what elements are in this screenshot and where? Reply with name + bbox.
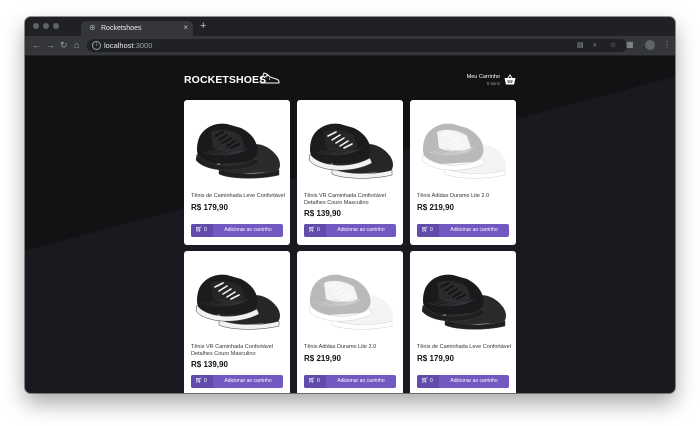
product-image[interactable] (189, 108, 285, 186)
product-price: R$ 179,90 (417, 354, 454, 363)
page-content: ROCKETSHOES Meu Carrinho 0 itens Tênis d… (25, 56, 675, 393)
product-card: Tênis VR Caminhada Confortável Detalhes … (297, 100, 403, 245)
browser-toolbar: ← → ↻ ⌂ i localhost:3000 ▤ ⌕ ☆ ▦ ⋮ (25, 36, 675, 56)
site-header: ROCKETSHOES Meu Carrinho 0 itens (184, 70, 516, 90)
cart-amount: 0 (204, 227, 207, 233)
product-title: Tênis Adidas Duramo Lite 2.0 (417, 193, 490, 199)
product-price: R$ 139,90 (304, 209, 341, 218)
cart-plus-icon: 🛒︎ (195, 378, 203, 384)
more-menu-icon[interactable]: ⋮ (663, 40, 671, 50)
url-port: :3000 (133, 41, 153, 50)
product-title: Tênis VR Caminhada Confortável Detalhes … (191, 344, 273, 357)
add-to-cart-label: Adicionar ao carrinho (224, 378, 272, 384)
add-to-cart-label: Adicionar ao carrinho (337, 378, 385, 384)
reload-icon[interactable]: ↻ (60, 39, 68, 51)
new-tab-button[interactable]: + (200, 20, 206, 33)
shoe-image-icon (195, 123, 280, 179)
maximize-window-button[interactable] (53, 23, 59, 29)
shopping-basket-icon (504, 74, 516, 85)
product-title: Tênis de Caminhada Leve Confortável (191, 193, 285, 199)
add-to-cart-label: Adicionar ao carrinho (450, 378, 498, 384)
close-window-button[interactable] (33, 23, 39, 29)
product-image[interactable] (415, 259, 511, 337)
product-card: Tênis de Caminhada Leve Confortável R$ 1… (410, 251, 516, 393)
window-controls (33, 23, 59, 29)
add-to-cart-button[interactable]: 🛒︎ 0 Adicionar ao carrinho (304, 375, 396, 388)
close-tab-icon[interactable]: × (183, 23, 188, 33)
product-image[interactable] (302, 108, 398, 186)
product-image[interactable] (189, 259, 285, 337)
cart-plus-icon: 🛒︎ (421, 227, 429, 233)
cart-amount: 0 (317, 378, 320, 384)
product-image[interactable] (302, 259, 398, 337)
forward-arrow-icon[interactable]: → (46, 39, 55, 51)
cart-count: 0 itens (486, 81, 500, 86)
add-to-cart-button[interactable]: 🛒︎ 0 Adicionar ao carrinho (191, 224, 283, 237)
cart-title: Meu Carrinho (466, 74, 500, 80)
add-to-cart-label: Adicionar ao carrinho (450, 227, 498, 233)
shoe-image-icon (421, 274, 506, 330)
cart-plus-icon: 🛒︎ (308, 378, 316, 384)
tab-title: Rocketshoes (101, 25, 142, 32)
cart-plus-icon: 🛒︎ (308, 227, 316, 233)
cart-amount: 0 (317, 227, 320, 233)
cart-amount: 0 (204, 378, 207, 384)
home-icon[interactable]: ⌂ (74, 39, 79, 51)
product-price: R$ 179,90 (191, 203, 228, 212)
address-bar[interactable]: i localhost:3000 ▤ ⌕ ☆ (87, 39, 627, 52)
logo[interactable]: ROCKETSHOES (184, 74, 266, 86)
add-to-cart-button[interactable]: 🛒︎ 0 Adicionar ao carrinho (304, 224, 396, 237)
tab-rocketshoes[interactable]: ⊕ Rocketshoes × (81, 21, 193, 36)
shoe-image-icon (308, 274, 393, 330)
product-title: Tênis Adidas Duramo Lite 2.0 (304, 344, 377, 350)
url-host: localhost (104, 41, 134, 50)
shoe-image-icon (421, 123, 506, 179)
product-title: Tênis VR Caminhada Confortável Detalhes … (304, 193, 386, 206)
product-image[interactable] (415, 108, 511, 186)
product-card: Tênis VR Caminhada Confortável Detalhes … (184, 251, 290, 393)
cart-plus-icon: 🛒︎ (421, 378, 429, 384)
cart-amount: 0 (430, 378, 433, 384)
info-icon[interactable]: i (92, 41, 101, 50)
translate-icon[interactable]: ▤ (577, 41, 584, 50)
add-to-cart-label: Adicionar ao carrinho (337, 227, 385, 233)
product-price: R$ 219,90 (304, 354, 341, 363)
product-card: Tênis de Caminhada Leve Confortável R$ 1… (184, 100, 290, 245)
add-to-cart-button[interactable]: 🛒︎ 0 Adicionar ao carrinho (191, 375, 283, 388)
product-card: Tênis Adidas Duramo Lite 2.0 R$ 219,90 🛒… (410, 100, 516, 245)
add-to-cart-button[interactable]: 🛒︎ 0 Adicionar ao carrinho (417, 375, 509, 388)
bookmark-star-icon[interactable]: ☆ (610, 41, 616, 50)
shoe-logo-icon (260, 72, 280, 84)
add-to-cart-label: Adicionar ao carrinho (224, 227, 272, 233)
product-price: R$ 139,90 (191, 360, 228, 369)
browser-window: ⊕ Rocketshoes × + ← → ↻ ⌂ i localhost:30… (25, 17, 675, 393)
product-title: Tênis de Caminhada Leve Confortável (417, 344, 511, 350)
product-card: Tênis Adidas Duramo Lite 2.0 R$ 219,90 🛒… (297, 251, 403, 393)
extension-icon[interactable]: ▦ (626, 40, 634, 50)
cart-amount: 0 (430, 227, 433, 233)
shoe-image-icon (308, 123, 393, 179)
back-arrow-icon[interactable]: ← (32, 39, 41, 51)
shoe-image-icon (195, 274, 280, 330)
product-price: R$ 219,90 (417, 203, 454, 212)
url-text[interactable]: localhost:3000 (104, 41, 152, 50)
minimize-window-button[interactable] (43, 23, 49, 29)
add-to-cart-button[interactable]: 🛒︎ 0 Adicionar ao carrinho (417, 224, 509, 237)
globe-icon: ⊕ (89, 23, 96, 32)
zoom-icon[interactable]: ⌕ (593, 41, 597, 50)
profile-avatar[interactable] (645, 40, 655, 50)
tab-strip: ⊕ Rocketshoes × + (25, 17, 675, 36)
cart-plus-icon: 🛒︎ (195, 227, 203, 233)
